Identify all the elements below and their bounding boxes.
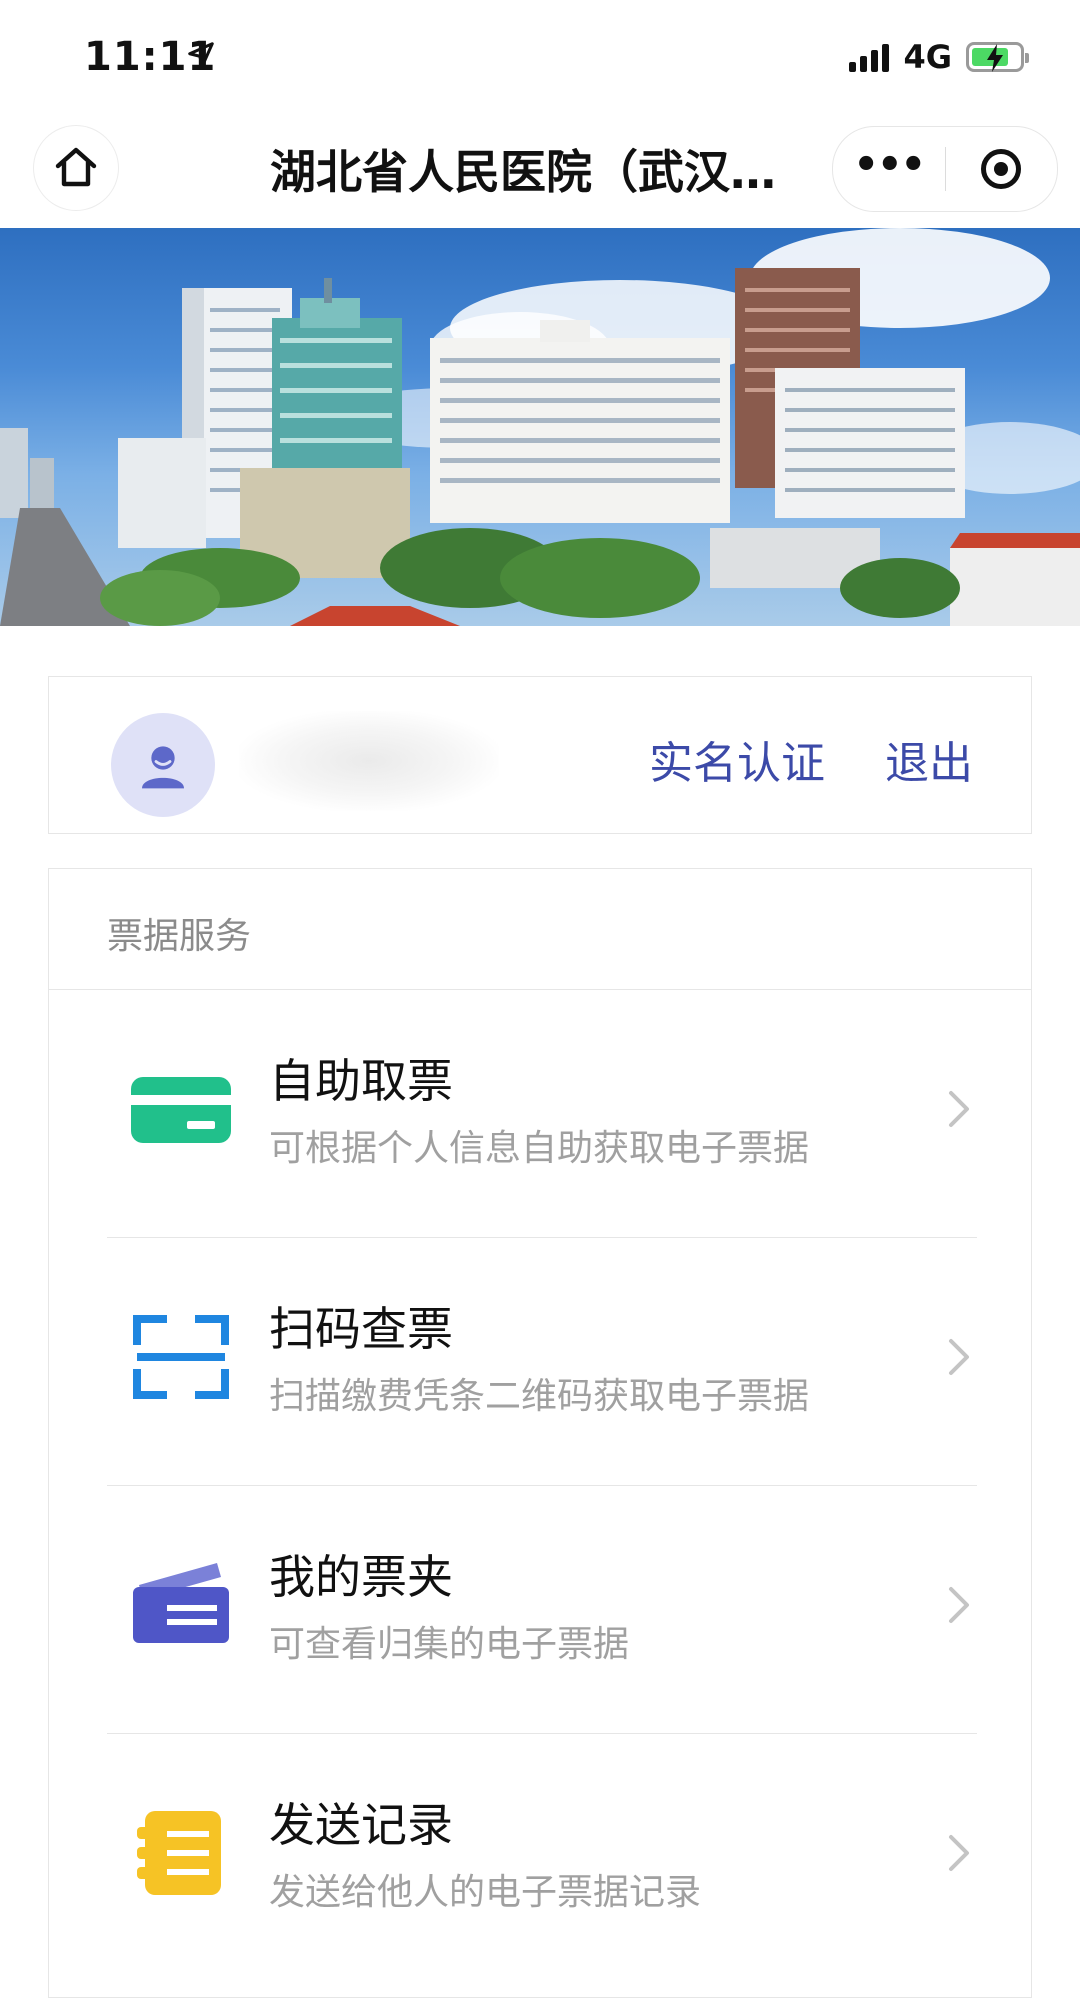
home-button[interactable] [34, 126, 118, 210]
home-icon [55, 147, 97, 187]
ticket-service-panel: 票据服务 自助取票 可根据个人信息自助获取电子票据 扫码查票 扫描缴费凭条二维码… [48, 868, 1032, 1998]
mini-program-capsule: ••• [832, 126, 1058, 212]
item-desc: 可查看归集的电子票据 [269, 1624, 630, 1665]
scan-frame-icon [133, 1315, 229, 1399]
status-bar: 11:11 4G [0, 0, 1080, 120]
service-item-scan-query[interactable]: 扫码查票 扫描缴费凭条二维码获取电子票据 [107, 1237, 977, 1485]
nav-bar: 湖北省人民医院（武汉… ••• [0, 120, 1080, 228]
signal-icon [849, 42, 890, 72]
user-avatar-icon [142, 746, 184, 789]
service-item-self-pickup[interactable]: 自助取票 可根据个人信息自助获取电子票据 [107, 989, 977, 1237]
status-right: 4G [849, 38, 1029, 76]
send-record-icon [137, 1811, 221, 1895]
panel-header: 票据服务 [49, 869, 1031, 990]
item-desc: 扫描缴费凭条二维码获取电子票据 [269, 1376, 810, 1417]
chevron-right-icon [949, 1339, 969, 1375]
location-arrow-icon [188, 42, 214, 68]
page-title: 湖北省人民医院（武汉… [270, 145, 776, 199]
item-title: 自助取票 [269, 1054, 453, 1108]
ticket-folder-icon [133, 1563, 229, 1643]
more-dots-icon: ••• [853, 142, 926, 188]
service-item-send-records[interactable]: 发送记录 发送给他人的电子票据记录 [107, 1733, 977, 1981]
panel-title: 票据服务 [107, 916, 252, 957]
more-button[interactable]: ••• [833, 127, 945, 211]
hospital-banner-image [0, 228, 1080, 626]
item-title: 扫码查票 [269, 1302, 453, 1356]
avatar [111, 713, 215, 817]
battery-charging-icon [966, 42, 1029, 72]
item-desc: 可根据个人信息自助获取电子票据 [269, 1128, 810, 1169]
item-title: 发送记录 [269, 1798, 453, 1852]
item-desc: 发送给他人的电子票据记录 [269, 1872, 702, 1913]
network-type: 4G [903, 38, 952, 76]
chevron-right-icon [949, 1587, 969, 1623]
ticket-card-icon [131, 1077, 231, 1143]
item-title: 我的票夹 [269, 1550, 453, 1604]
redacted-username [239, 711, 499, 811]
close-button[interactable] [946, 127, 1058, 211]
chevron-right-icon [949, 1835, 969, 1871]
real-name-verify-link[interactable]: 实名认证 [649, 727, 825, 791]
close-target-icon [981, 149, 1022, 189]
service-item-my-ticket-folder[interactable]: 我的票夹 可查看归集的电子票据 [107, 1485, 977, 1733]
chevron-right-icon [949, 1091, 969, 1127]
logout-link[interactable]: 退出 [885, 727, 973, 791]
user-card: 实名认证 退出 [48, 676, 1032, 834]
